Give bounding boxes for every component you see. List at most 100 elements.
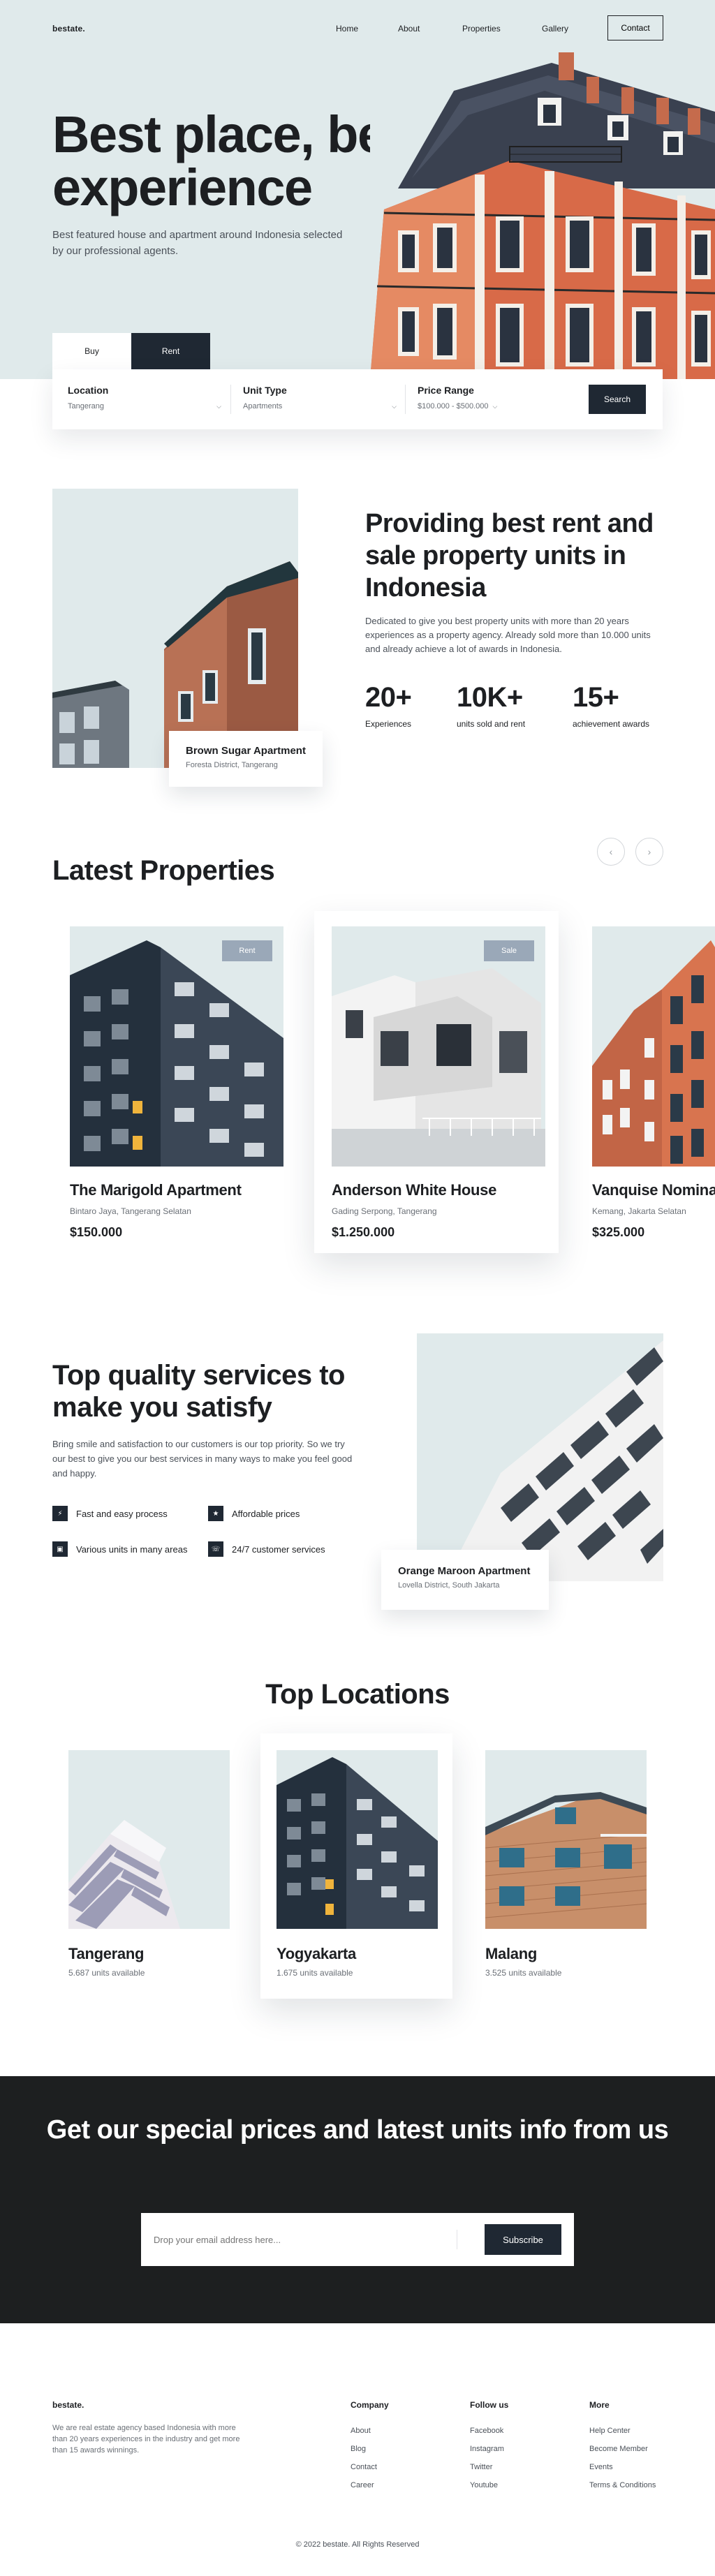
service-label: Affordable prices	[232, 1508, 300, 1519]
location-card[interactable]: Malang 3.525 units available	[469, 1733, 661, 1999]
property-location: Kemang, Jakarta Selatan	[592, 1206, 686, 1216]
property-card-featured[interactable]: Sale Anderson White House Gading Serpong…	[314, 911, 559, 1253]
site-logo[interactable]: bestate.	[52, 24, 85, 34]
stat-value: 20+	[365, 682, 412, 713]
status-badge: Rent	[222, 940, 272, 961]
property-card[interactable]: Vanquise Nominal Kemang, Jakarta Selatan…	[575, 911, 715, 1253]
hero-building-image	[370, 49, 715, 379]
location-name: Yogyakarta	[277, 1945, 356, 1962]
property-location: Bintaro Jaya, Tangerang Selatan	[70, 1206, 191, 1216]
latest-properties-title: Latest Properties	[52, 855, 275, 886]
carousel-prev-button[interactable]: ‹	[597, 838, 625, 866]
search-button[interactable]: Search	[589, 385, 646, 414]
chevron-down-icon: ⌵	[492, 402, 498, 410]
footer-column-title: More	[589, 2400, 610, 2410]
footer-link[interactable]: Become Member	[589, 2445, 656, 2453]
field-divider	[230, 385, 231, 414]
footer-link[interactable]: Career	[351, 2481, 389, 2489]
services-description: Bring smile and satisfaction to our cust…	[52, 1439, 353, 1479]
featured-property-card[interactable]: Orange Maroon Apartment Lovella District…	[381, 1550, 549, 1610]
property-search-form: Location Tangerang ⌵ Unit Type Apartment…	[52, 369, 663, 429]
footer-link[interactable]: About	[351, 2427, 389, 2435]
price-range-select[interactable]: Price Range $100.000 - $500.000 ⌵	[418, 385, 557, 410]
stat-value: 10K+	[457, 682, 523, 713]
nav-link-properties[interactable]: Properties	[462, 24, 501, 34]
buy-rent-tabs: Buy Rent	[52, 333, 210, 369]
featured-property-name: Orange Maroon Apartment	[398, 1565, 531, 1577]
about-title: Providing best rent and sale property un…	[365, 509, 654, 602]
footer-about: We are real estate agency based Indonesi…	[52, 2424, 240, 2455]
footer-link[interactable]: Terms & Conditions	[589, 2481, 656, 2489]
footer-link[interactable]: Blog	[351, 2445, 389, 2453]
footer-link[interactable]: Events	[589, 2463, 656, 2471]
property-location: Gading Serpong, Tangerang	[332, 1206, 437, 1216]
chevron-down-icon: ⌵	[216, 402, 221, 410]
copyright: © 2022 bestate. All Rights Reserved	[295, 2540, 420, 2549]
brown-sugar-apartment-image	[52, 489, 298, 768]
location-value-row: Tangerang ⌵	[68, 402, 221, 410]
carousel-next-button[interactable]: ›	[635, 838, 663, 866]
service-label: Fast and easy process	[76, 1508, 168, 1519]
nav-link-about[interactable]: About	[398, 24, 420, 34]
services-title: Top quality services to make you satisfy	[52, 1360, 346, 1423]
featured-property-location: Lovella District, South Jakarta	[398, 1581, 500, 1590]
property-card[interactable]: Rent The Marigold Apartment Bintaro Jaya…	[52, 911, 297, 1253]
grid-icon: ▣	[52, 1541, 68, 1557]
footer-logo[interactable]: bestate.	[52, 2400, 84, 2410]
stat-label: Experiences	[365, 719, 412, 729]
stat-value: 15+	[573, 682, 619, 713]
tab-rent[interactable]: Rent	[131, 333, 210, 369]
property-price: $1.250.000	[332, 1225, 395, 1239]
page: bestate. Home About Properties Gallery C…	[0, 0, 715, 2576]
newsletter-title: Get our special prices and latest units …	[46, 2115, 669, 2145]
email-input[interactable]	[154, 2227, 461, 2252]
nav-link-home[interactable]: Home	[336, 24, 358, 34]
location-select[interactable]: Location Tangerang ⌵	[68, 385, 221, 410]
footer-link[interactable]: Help Center	[589, 2427, 656, 2435]
price-range-label: Price Range	[418, 385, 474, 396]
location-units: 1.675 units available	[277, 1968, 353, 1978]
top-locations-title: Top Locations	[265, 1679, 450, 1710]
footer-link[interactable]: Contact	[351, 2463, 389, 2471]
service-label: 24/7 customer services	[232, 1544, 325, 1555]
stat-label: achievement awards	[573, 719, 650, 729]
unit-type-value: Apartments	[243, 402, 283, 410]
headset-icon: ☏	[208, 1541, 223, 1557]
price-range-value: $100.000 - $500.000	[418, 402, 489, 410]
chevron-down-icon: ⌵	[392, 402, 397, 410]
property-price: $325.000	[592, 1225, 645, 1239]
tab-buy[interactable]: Buy	[52, 333, 131, 369]
footer-link[interactable]: Youtube	[470, 2481, 508, 2489]
location-name: Tangerang	[68, 1945, 145, 1962]
footer-link[interactable]: Instagram	[470, 2445, 508, 2453]
stat-awards: 15+ achievement awards	[573, 681, 649, 729]
malang-image	[485, 1750, 647, 1929]
service-item: ☏ 24/7 customer services	[208, 1541, 325, 1557]
contact-button[interactable]: Contact	[607, 15, 663, 40]
unit-type-select[interactable]: Unit Type Apartments ⌵	[243, 385, 397, 410]
stat-experience: 20+ Experiences	[365, 681, 412, 729]
stat-label: units sold and rent	[457, 719, 526, 729]
footer-link[interactable]: Facebook	[470, 2427, 508, 2435]
footer-column-title: Company	[351, 2400, 389, 2410]
location-card[interactable]: Tangerang 5.687 units available	[52, 1733, 244, 1999]
property-name: Vanquise Nominal	[592, 1181, 715, 1199]
stat-units-sold: 10K+ units sold and rent	[457, 681, 525, 729]
location-units: 5.687 units available	[68, 1968, 145, 1978]
subscribe-button[interactable]: Subscribe	[485, 2224, 561, 2255]
field-divider	[405, 385, 406, 414]
location-value: Tangerang	[68, 402, 104, 410]
location-name: Malang	[485, 1945, 537, 1962]
status-badge: Sale	[484, 940, 534, 961]
footer-column-more: More Help Center Become Member Events Te…	[589, 2400, 656, 2499]
footer-link[interactable]: Twitter	[470, 2463, 508, 2471]
service-label: Various units in many areas	[76, 1544, 188, 1555]
unit-type-value-row: Apartments ⌵	[243, 402, 397, 410]
about-description: Dedicated to give you best property unit…	[365, 616, 651, 654]
nav-link-gallery[interactable]: Gallery	[542, 24, 568, 34]
service-item: ⚡ Fast and easy process	[52, 1506, 168, 1521]
location-label: Location	[68, 385, 109, 396]
vanquise-nominal-image	[592, 926, 715, 1167]
location-card-featured[interactable]: Yogyakarta 1.675 units available	[260, 1733, 452, 1999]
featured-property-card[interactable]: Brown Sugar Apartment Foresta District, …	[169, 731, 323, 787]
